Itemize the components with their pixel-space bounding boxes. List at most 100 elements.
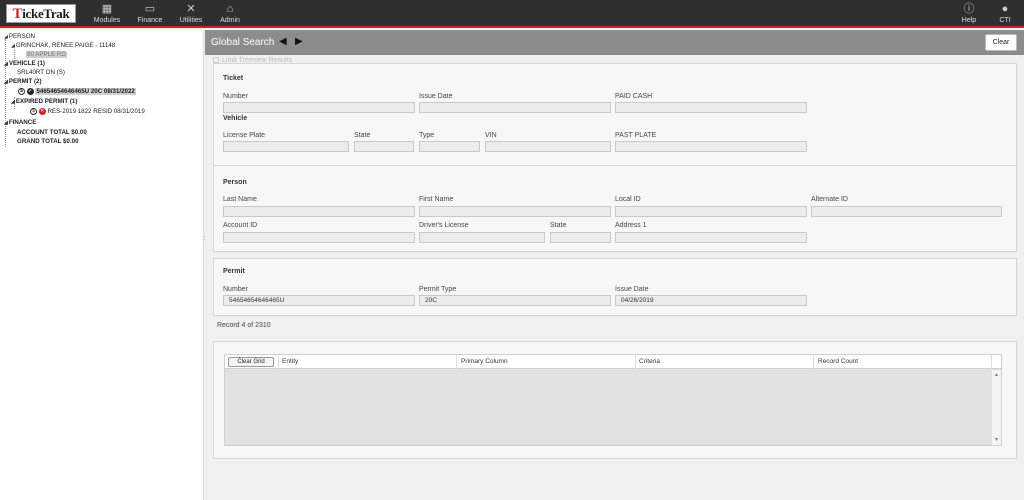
dollar-icon: $ [30,108,37,115]
expand-triangle-icon[interactable]: ◢ [4,120,8,128]
ticket-section-title: Ticket [223,75,244,82]
nav-user[interactable]: ● CTI [994,3,1016,27]
first-name-label: First Name [419,196,454,203]
ticket-number-label: Number [223,93,248,100]
tools-icon: ✕ [186,3,196,15]
account-id-label: Account ID [223,222,258,229]
permit-number-label: Number [223,286,248,293]
nav-modules[interactable]: ▦ Modules [92,3,122,27]
tree-node-account-total[interactable]: ACCOUNT TOTAL $0.00 [17,129,87,137]
grid-scrollbar[interactable]: ▲ ▼ [992,370,1001,445]
last-name-label: Last Name [223,196,257,203]
alternate-id-input[interactable] [811,206,1002,217]
permit-type-input[interactable]: 20C [419,295,611,306]
person-state-input[interactable] [550,232,611,243]
expand-triangle-icon[interactable]: ◢ [11,43,15,51]
permit-issue-date-input[interactable]: 04/26/2019 [615,295,807,306]
grid-col-entity[interactable]: Entity [282,358,298,365]
info-icon: ⓘ [963,3,975,15]
ticket-issue-date-input[interactable] [419,102,611,113]
person-state-label: State [550,222,567,229]
tree-node-expired-permit[interactable]: ◢EXPIRED PERMIT (1) [11,98,77,107]
permit-panel: Permit Number 54654654646465U Permit Typ… [213,258,1017,316]
column-divider [991,355,992,369]
record-counter: Record 4 of 2310 [217,322,271,329]
first-name-input[interactable] [419,206,611,217]
vehicle-state-input[interactable] [354,141,414,152]
license-plate-input[interactable] [223,141,349,152]
treeview-panel: ◢PERSON ◢GRINCHAK, RENEE PAIGE - 11148 8… [0,30,204,500]
tree-node-vehicle[interactable]: ◢VEHICLE (1) [4,60,45,69]
building-icon: ⌂ [226,3,234,15]
page-header: Global Search ◀ ▶ Clear [205,30,1024,55]
clear-button[interactable]: Clear [985,34,1017,51]
address1-input[interactable] [615,232,807,243]
expand-triangle-icon[interactable]: ◢ [4,34,8,42]
tree-node-expired-item[interactable]: $ ✕ RES-2019 1822 RESID 08/31/2019 [30,108,145,116]
expand-triangle-icon[interactable]: ◢ [4,61,8,69]
tree-guide-line [14,49,15,59]
tree-node-finance[interactable]: ◢FINANCE [4,119,36,128]
nav-utilities[interactable]: ✕ Utilities [176,3,206,27]
paid-cash-input[interactable] [615,102,807,113]
tree-node-permit-item[interactable]: $ ✓ 54654654646465U 20C 08/31/2022 [18,88,136,96]
permit-number-input[interactable]: 54654654646465U [223,295,415,306]
grid-col-primary-column[interactable]: Primary Column [461,358,508,365]
tree-node-grand-total[interactable]: GRAND TOTAL $0.00 [17,138,79,146]
ticket-number-input[interactable] [223,102,415,113]
drivers-license-input[interactable] [419,232,545,243]
local-id-input[interactable] [615,206,807,217]
tree-node-vehicle-plate[interactable]: SRL40RT ON (S) [17,69,65,77]
search-grid-panel: Clear Grid Entity Primary Column Criteri… [213,341,1017,459]
vehicle-type-label: Type [419,132,435,139]
alternate-id-label: Alternate ID [811,196,848,203]
scroll-down-icon[interactable]: ▼ [994,437,999,443]
main-content: Global Search ◀ ▶ Clear Limit Treeview R… [205,30,1024,500]
tree-guide-line [5,39,6,147]
scroll-up-icon[interactable]: ▲ [994,372,999,378]
grid-header: Clear Grid Entity Primary Column Criteri… [225,355,1001,369]
tree-node-person-name[interactable]: ◢GRINCHAK, RENEE PAIGE - 11148 [11,42,115,51]
permit-section-title: Permit [223,268,245,275]
expired-icon: ✕ [38,108,46,115]
column-divider [635,355,636,369]
column-divider [813,355,814,369]
expand-triangle-icon[interactable]: ◢ [4,79,8,87]
vin-input[interactable] [485,141,611,152]
vehicle-type-input[interactable] [419,141,480,152]
past-plate-label: PAST PLATE [615,132,657,139]
vehicle-state-label: State [354,132,371,139]
last-name-input[interactable] [223,206,415,217]
ticket-issue-date-label: Issue Date [419,93,453,100]
grid-icon: ▦ [101,3,113,15]
vin-label: VIN [485,132,497,139]
next-arrow-icon[interactable]: ▶ [295,36,303,47]
account-id-input[interactable] [223,232,415,243]
app-logo[interactable]: TickeTrak [6,4,76,23]
local-id-label: Local ID [615,196,641,203]
user-icon: ● [1001,3,1009,15]
tree-node-person[interactable]: ◢PERSON [4,33,35,42]
paid-cash-label: PAID CASH [615,93,653,100]
grid-col-criteria[interactable]: Criteria [639,358,660,365]
grid-col-record-count[interactable]: Record Count [818,358,858,365]
tree-node-permit[interactable]: ◢PERMIT (2) [4,78,42,87]
permit-type-label: Permit Type [419,286,457,293]
nav-finance[interactable]: ▭ Finance [135,3,165,27]
drivers-license-label: Driver's License [419,222,469,229]
column-divider [456,355,457,369]
dollar-icon: $ [18,88,25,95]
nav-admin[interactable]: ⌂ Admin [216,3,244,27]
person-panel: Person Last Name First Name Local ID Alt… [213,165,1017,252]
past-plate-input[interactable] [615,141,807,152]
tree-node-person-address[interactable]: 80 APPLE RD [26,51,67,59]
vehicle-section-title: Vehicle [223,115,248,122]
clear-grid-button[interactable]: Clear Grid [228,357,274,367]
address1-label: Address 1 [615,222,647,229]
search-grid: Clear Grid Entity Primary Column Criteri… [224,354,1002,446]
previous-arrow-icon[interactable]: ◀ [279,36,287,47]
nav-help[interactable]: ⓘ Help [958,3,980,27]
permit-issue-date-label: Issue Date [615,286,649,293]
top-bar: TickeTrak ▦ Modules ▭ Finance ✕ Utilitie… [0,0,1024,28]
expand-triangle-icon[interactable]: ◢ [11,99,15,107]
